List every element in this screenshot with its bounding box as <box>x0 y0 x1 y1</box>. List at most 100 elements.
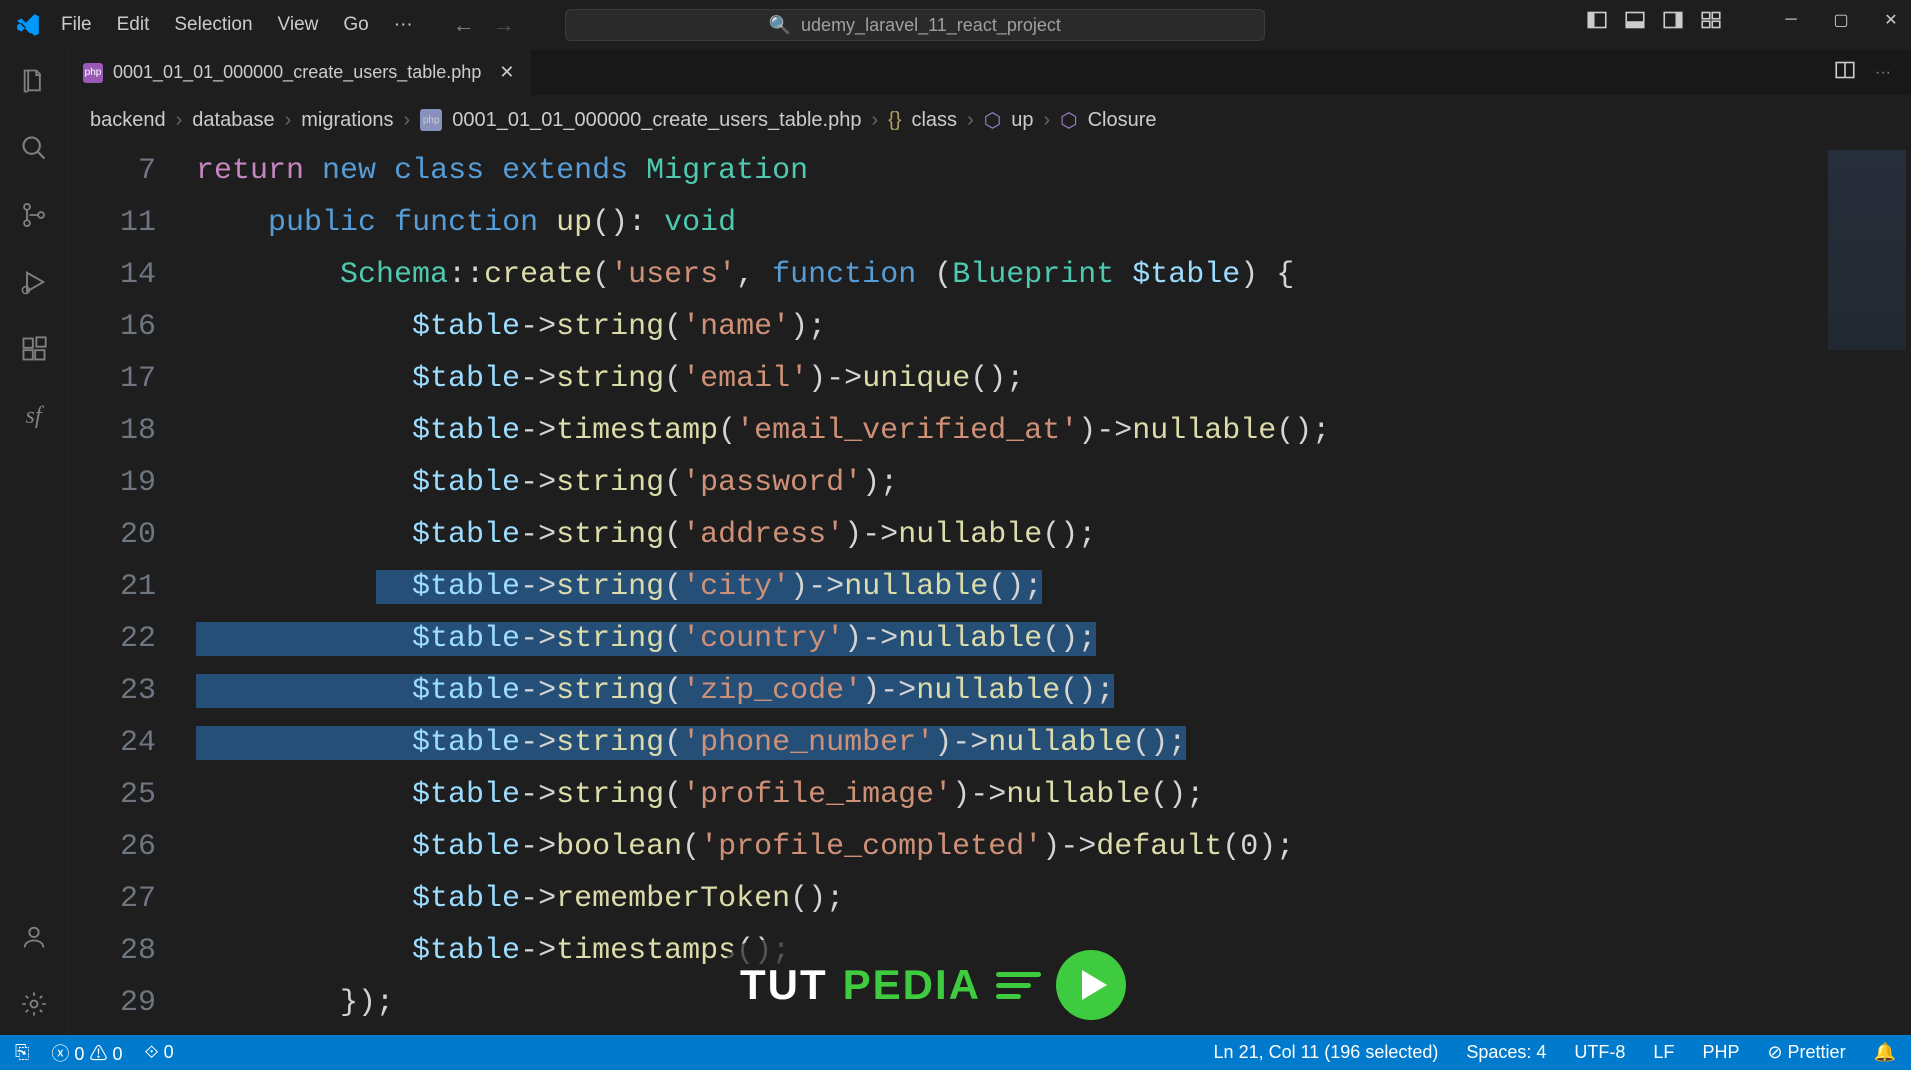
status-notifications-icon[interactable]: 🔔 <box>1874 1042 1896 1063</box>
code-line[interactable]: 24 $table->string('phone_number')->nulla… <box>68 717 1911 769</box>
code-content[interactable]: $table->boolean('profile_completed')->de… <box>196 821 1911 873</box>
code-line[interactable]: 7return new class extends Migration <box>68 145 1911 197</box>
toggle-primary-sidebar-icon[interactable] <box>1587 10 1607 30</box>
code-line[interactable]: 17 $table->string('email')->unique(); <box>68 353 1911 405</box>
code-line[interactable]: 22 $table->string('country')->nullable()… <box>68 613 1911 665</box>
window-minimize-icon[interactable]: ─ <box>1781 10 1801 30</box>
breadcrumb-item[interactable]: backend <box>90 109 166 132</box>
activity-source-control-icon[interactable] <box>18 199 50 231</box>
line-number: 21 <box>68 561 196 613</box>
activity-explorer-icon[interactable] <box>18 65 50 97</box>
tab-bar: php 0001_01_01_000000_create_users_table… <box>68 50 1911 95</box>
breadcrumb-item[interactable]: up <box>1011 109 1033 132</box>
code-content[interactable]: $table->string('email')->unique(); <box>196 353 1911 405</box>
code-content[interactable]: Schema::create('users', function (Bluepr… <box>196 249 1911 301</box>
code-content[interactable]: $table->string('city')->nullable(); <box>196 561 1911 613</box>
status-language[interactable]: PHP <box>1702 1042 1739 1063</box>
activity-settings-icon[interactable] <box>18 988 50 1020</box>
code-content[interactable]: $table->string('zip_code')->nullable(); <box>196 665 1911 717</box>
breadcrumb[interactable]: backend› database› migrations› php 0001_… <box>68 95 1911 145</box>
line-number: 17 <box>68 353 196 405</box>
activity-run-debug-icon[interactable] <box>18 266 50 298</box>
more-actions-icon[interactable]: ··· <box>1875 64 1891 82</box>
customize-layout-icon[interactable] <box>1701 10 1721 30</box>
code-line[interactable]: 20 $table->string('address')->nullable()… <box>68 509 1911 561</box>
code-line[interactable]: 19 $table->string('password'); <box>68 457 1911 509</box>
breadcrumb-item[interactable]: migrations <box>301 109 393 132</box>
status-ports[interactable]: ⟐ 0 <box>144 1042 173 1063</box>
text-selection: $table->string('phone_number')->nullable… <box>196 726 1186 760</box>
line-number: 19 <box>68 457 196 509</box>
menu-go[interactable]: Go <box>343 14 368 36</box>
tab-filename: 0001_01_01_000000_create_users_table.php <box>113 62 481 83</box>
line-number: 28 <box>68 925 196 977</box>
code-content[interactable]: $table->string('profile_image')->nullabl… <box>196 769 1911 821</box>
nav-buttons: ← → <box>453 12 515 38</box>
activity-search-icon[interactable] <box>18 132 50 164</box>
code-line[interactable]: 26 $table->boolean('profile_completed')-… <box>68 821 1911 873</box>
status-cursor-position[interactable]: Ln 21, Col 11 (196 selected) <box>1214 1042 1439 1063</box>
code-content[interactable]: return new class extends Migration <box>196 145 1911 197</box>
breadcrumb-item[interactable]: database <box>192 109 274 132</box>
menu-file[interactable]: File <box>61 14 92 36</box>
code-content[interactable]: $table->string('password'); <box>196 457 1911 509</box>
code-line[interactable]: 16 $table->string('name'); <box>68 301 1911 353</box>
status-eol[interactable]: LF <box>1653 1042 1674 1063</box>
breadcrumb-item[interactable]: class <box>911 109 957 132</box>
line-number: 16 <box>68 301 196 353</box>
status-formatter[interactable]: ⊘ Prettier <box>1767 1042 1845 1063</box>
watermark-play-icon <box>1056 950 1126 1020</box>
window-close-icon[interactable]: ✕ <box>1881 10 1901 30</box>
code-line[interactable]: 23 $table->string('zip_code')->nullable(… <box>68 665 1911 717</box>
code-line[interactable]: 25 $table->string('profile_image')->null… <box>68 769 1911 821</box>
breadcrumb-item[interactable]: Closure <box>1088 109 1157 132</box>
split-editor-icon[interactable] <box>1835 60 1855 85</box>
menu-edit[interactable]: Edit <box>117 14 150 36</box>
layout-icons <box>1587 10 1721 30</box>
menu-bar: File Edit Selection View Go ··· <box>61 14 413 36</box>
menu-more-icon[interactable]: ··· <box>394 14 413 36</box>
activity-accounts-icon[interactable] <box>18 921 50 953</box>
code-line[interactable]: 18 $table->timestamp('email_verified_at'… <box>68 405 1911 457</box>
menu-view[interactable]: View <box>278 14 319 36</box>
breadcrumb-item[interactable]: 0001_01_01_000000_create_users_table.php <box>452 109 861 132</box>
code-content[interactable]: $table->rememberToken(); <box>196 873 1911 925</box>
status-problems[interactable]: ⓧ 0 ⚠ 0 <box>51 1040 122 1066</box>
window-restore-icon[interactable]: ▢ <box>1831 10 1851 30</box>
line-number: 29 <box>68 977 196 1029</box>
code-line[interactable]: 21 $table->string('city')->nullable(); <box>68 561 1911 613</box>
editor-area[interactable]: 7return new class extends Migration11 pu… <box>68 145 1911 1035</box>
command-center[interactable]: 🔍 udemy_laravel_11_react_project <box>565 9 1265 41</box>
symbol-method-icon: ⬡ <box>1060 108 1077 133</box>
toggle-panel-icon[interactable] <box>1625 10 1645 30</box>
editor-tab[interactable]: php 0001_01_01_000000_create_users_table… <box>68 50 530 95</box>
menu-selection[interactable]: Selection <box>174 14 252 36</box>
tab-close-icon[interactable]: ✕ <box>499 62 514 83</box>
symbol-class-icon: {} <box>888 109 901 132</box>
remote-indicator-icon[interactable]: ⎘ <box>15 1042 29 1063</box>
code-line[interactable]: 14 Schema::create('users', function (Blu… <box>68 249 1911 301</box>
code-line[interactable]: 11 public function up(): void <box>68 197 1911 249</box>
code-content[interactable]: public function up(): void <box>196 197 1911 249</box>
code-content[interactable]: $table->string('phone_number')->nullable… <box>196 717 1911 769</box>
status-indentation[interactable]: Spaces: 4 <box>1466 1042 1546 1063</box>
activity-extensions-icon[interactable] <box>18 333 50 365</box>
toggle-secondary-sidebar-icon[interactable] <box>1663 10 1683 30</box>
line-number: 7 <box>68 145 196 197</box>
code-line[interactable]: 27 $table->rememberToken(); <box>68 873 1911 925</box>
nav-forward-icon[interactable]: → <box>493 12 515 38</box>
minimap[interactable] <box>1828 150 1906 350</box>
watermark-lines-icon <box>996 972 1041 999</box>
line-number: 11 <box>68 197 196 249</box>
code-content[interactable]: $table->string('name'); <box>196 301 1911 353</box>
line-number: 20 <box>68 509 196 561</box>
status-encoding[interactable]: UTF-8 <box>1574 1042 1625 1063</box>
code-content[interactable]: $table->string('country')->nullable(); <box>196 613 1911 665</box>
activity-bar: sf <box>0 50 68 1035</box>
activity-symfony-icon[interactable]: sf <box>18 400 50 432</box>
code-content[interactable]: $table->timestamp('email_verified_at')->… <box>196 405 1911 457</box>
code-content[interactable]: $table->string('address')->nullable(); <box>196 509 1911 561</box>
line-number: 14 <box>68 249 196 301</box>
nav-back-icon[interactable]: ← <box>453 12 475 38</box>
text-selection: $table->string('city')->nullable(); <box>376 570 1042 604</box>
